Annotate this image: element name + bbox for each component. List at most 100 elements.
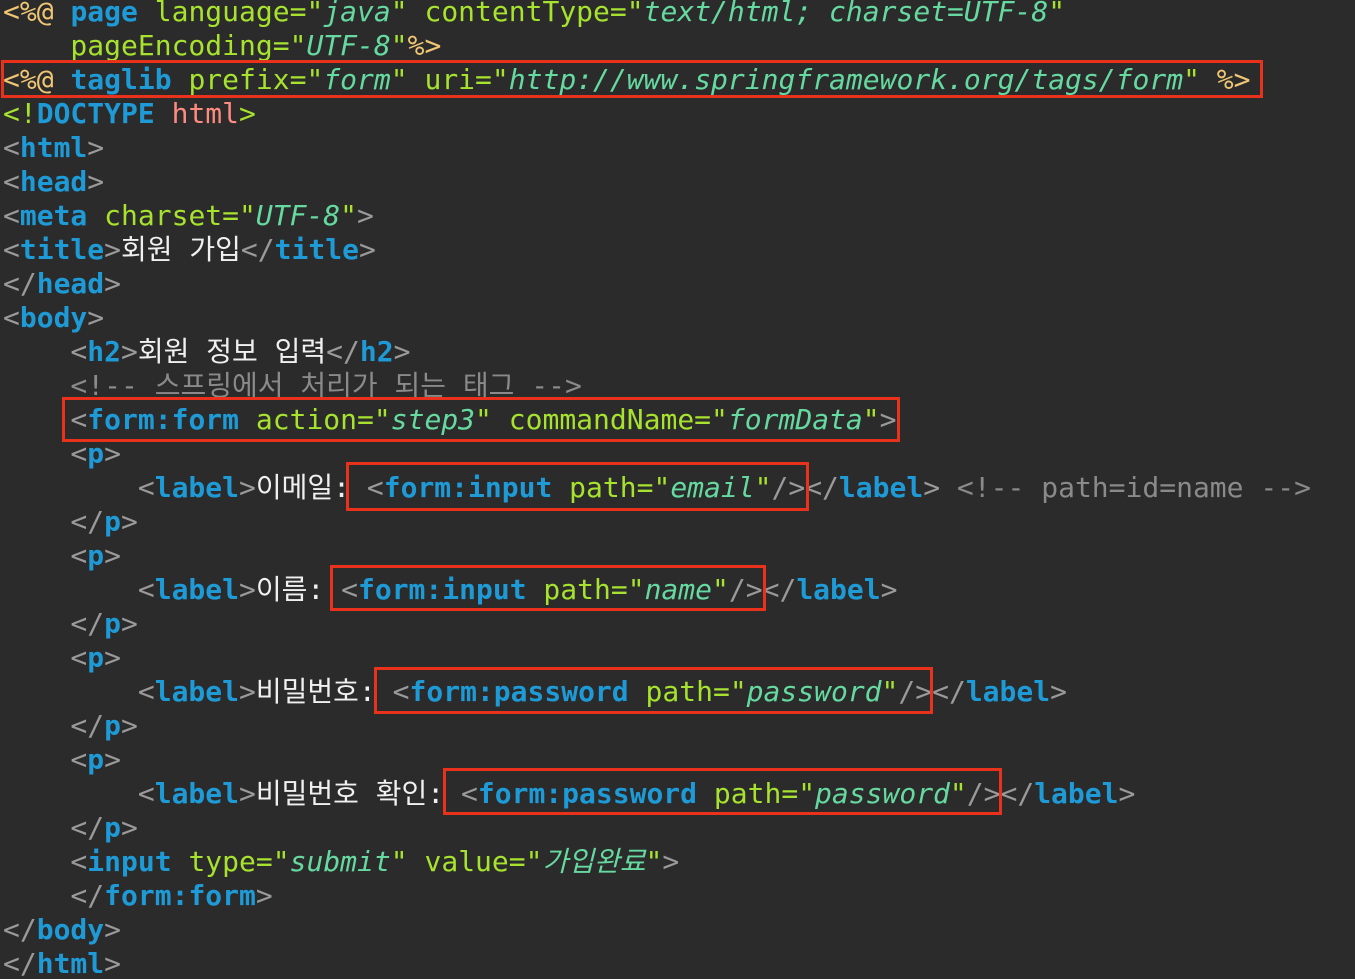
code-token: password [746, 675, 882, 708]
code-token: > [239, 573, 256, 606]
code-line: </form:form> [3, 879, 273, 913]
code-token: > [1118, 777, 1136, 810]
code-editor[interactable]: <%@ page language="java" contentType="te… [0, 0, 1355, 979]
code-token: <%@ [3, 0, 71, 28]
code-token: label [965, 675, 1051, 708]
code-token: head [19, 165, 88, 198]
code-line: <p> [3, 539, 121, 573]
code-token: formData [727, 403, 863, 436]
code-line: <p> [3, 743, 121, 777]
code-token: text/html; charset=UTF-8 [643, 0, 1049, 28]
code-token: " [712, 573, 729, 606]
code-token: " [340, 199, 358, 232]
code-token: < [3, 199, 20, 232]
code-token: < [3, 573, 155, 606]
code-token: form:password [409, 675, 629, 708]
code-token: < [3, 335, 88, 368]
code-line: <body> [3, 301, 104, 335]
code-token: form:password [477, 777, 698, 810]
code-token: </ [3, 267, 37, 300]
code-token: form:input [357, 573, 527, 606]
code-token: > [87, 165, 105, 198]
code-line: </p> [3, 811, 138, 845]
code-line: </p> [3, 505, 138, 539]
code-token: </ [3, 505, 105, 538]
code-token: action= [239, 403, 374, 436]
code-token: charset= [87, 199, 240, 232]
code-token: " [754, 471, 772, 504]
code-token: " [862, 403, 880, 436]
code-token: > [121, 505, 138, 538]
code-token: html [154, 97, 240, 130]
code-token: title [19, 233, 105, 266]
code-token: " [272, 845, 290, 878]
code-line: <html> [3, 131, 104, 165]
code-token: > [662, 845, 680, 878]
code-token: p [104, 709, 122, 742]
code-token: > [121, 811, 138, 844]
code-token: body [19, 301, 88, 334]
code-token: " [1048, 0, 1066, 28]
code-token: > [879, 403, 897, 436]
code-token: pageEncoding= [3, 29, 290, 62]
code-line: </p> [3, 709, 137, 743]
code-token: meta [19, 199, 88, 232]
code-token: h2 [87, 335, 122, 368]
code-token: < [3, 675, 155, 708]
code-line: <label>비밀번호: <form:password path="passwo… [3, 675, 1067, 709]
code-token: > [1050, 675, 1067, 708]
code-token: < [3, 539, 88, 572]
code-token: page [70, 0, 138, 28]
code-token: > [104, 913, 122, 946]
code-token: http://www.springframework.org/tags/form [508, 63, 1184, 96]
code-token: html [19, 131, 88, 164]
code-token: < [3, 777, 155, 810]
code-token: < [3, 471, 155, 504]
code-token: </ [3, 709, 105, 742]
code-token: < [461, 777, 478, 810]
code-token: input [87, 845, 172, 878]
code-token: </ [240, 233, 275, 266]
code-token: <!-- 스프링에서 처리가 되는 태그 --> [3, 369, 582, 402]
code-token: </ [805, 471, 839, 504]
code-token: > [104, 743, 122, 776]
code-token: </ [1000, 777, 1035, 810]
code-token: p [87, 539, 105, 572]
code-token: < [3, 641, 88, 674]
code-token: </ [762, 573, 797, 606]
code-token: " [289, 29, 307, 62]
code-token: email [670, 471, 755, 504]
code-token: p [87, 743, 105, 776]
code-token: form:form [87, 403, 240, 436]
code-token: p [104, 811, 122, 844]
code-token: title [274, 233, 359, 266]
code-token: 이메일: [255, 471, 367, 504]
code-token: label [1034, 777, 1119, 810]
code-token: " [626, 0, 644, 28]
code-token: submit [289, 845, 391, 878]
code-token: p [87, 437, 105, 470]
code-line: </head> [3, 267, 121, 301]
code-token: name [644, 573, 713, 606]
code-token: 비밀번호: [255, 675, 393, 708]
code-token: " [306, 63, 324, 96]
code-token: form:form [104, 879, 256, 912]
code-token: < [3, 845, 88, 878]
code-line: <p> [3, 641, 121, 675]
code-token: > [104, 539, 122, 572]
code-token: " [627, 573, 645, 606]
code-token: < [366, 471, 384, 504]
code-token: " contentType= [390, 0, 627, 28]
code-token: > [87, 131, 105, 164]
code-token: </ [3, 947, 37, 979]
code-token: > [104, 641, 122, 674]
code-token: %> [407, 29, 442, 62]
code-token: </ [3, 811, 105, 844]
code-token: taglib [70, 63, 172, 96]
code-token: " [645, 845, 663, 878]
code-line: <%@ taglib prefix="form" uri="http://www… [3, 63, 1251, 97]
code-token: > [239, 675, 256, 708]
code-token: password [815, 777, 950, 810]
code-token: %> [1216, 63, 1251, 96]
code-token: > [255, 879, 273, 912]
